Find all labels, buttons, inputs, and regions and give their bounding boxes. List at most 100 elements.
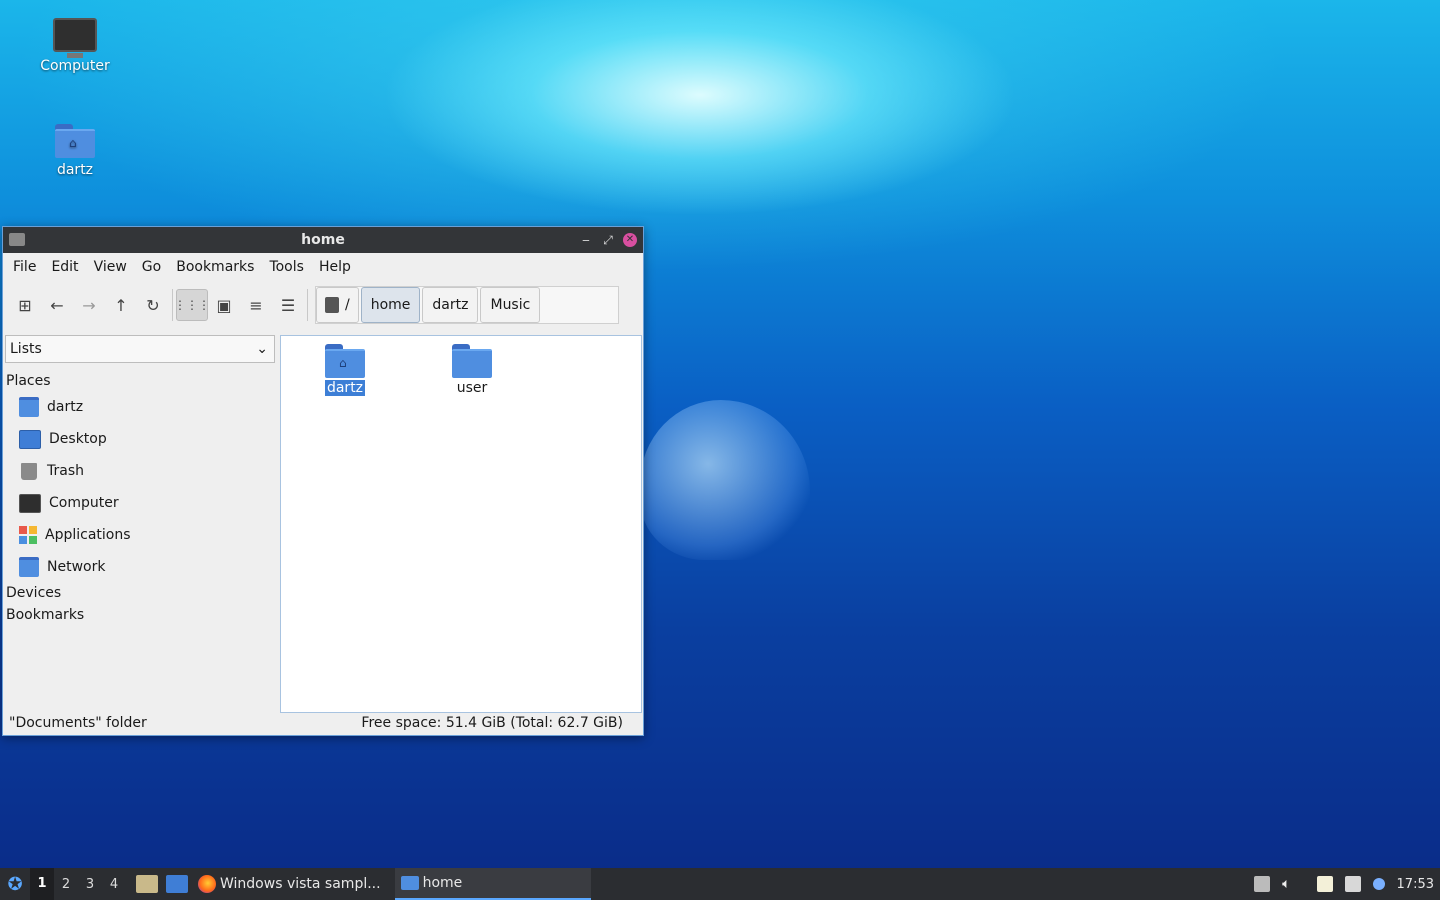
- lxqt-logo-icon: ✪: [7, 873, 23, 895]
- desktop-icon: [19, 429, 41, 449]
- status-free-space: Free space: 51.4 GiB (Total: 62.7 GiB): [361, 715, 623, 731]
- back-arrow-icon: ←: [50, 295, 64, 315]
- compact-view-button[interactable]: ≡: [240, 289, 272, 321]
- sidebar-item-applications[interactable]: Applications: [3, 519, 277, 551]
- side-pane-mode-value: Lists: [10, 341, 42, 357]
- side-pane-mode-select[interactable]: Lists ⌄: [5, 335, 275, 363]
- computer-icon: [53, 18, 97, 58]
- forward-arrow-icon: →: [82, 295, 96, 315]
- network-icon: [19, 557, 39, 577]
- chevron-down-icon: ⌄: [256, 341, 268, 357]
- path-crumb-dartz[interactable]: dartz: [422, 287, 479, 323]
- compact-view-icon: ≡: [249, 295, 263, 315]
- drive-icon: [325, 297, 339, 313]
- trash-icon: [21, 462, 37, 480]
- desktop-icon-label: dartz: [56, 162, 94, 178]
- detailed-list-view-button[interactable]: ☰: [272, 289, 304, 321]
- up-arrow-icon: ↑: [114, 295, 128, 315]
- path-bar: / home dartz Music: [315, 286, 619, 324]
- icon-view-icon: ⋮⋮⋮: [174, 298, 210, 312]
- task-label: home: [422, 875, 463, 891]
- wallpaper-jellyfish: [640, 400, 810, 560]
- applications-icon: [19, 526, 37, 544]
- menu-edit[interactable]: Edit: [45, 259, 87, 275]
- new-tab-icon: ⊞: [18, 295, 32, 315]
- sidebar-item-label: Applications: [45, 527, 131, 543]
- forward-button[interactable]: →: [73, 289, 105, 321]
- workspace-4[interactable]: 4: [102, 877, 126, 892]
- firefox-icon: [198, 875, 216, 893]
- path-crumb-root[interactable]: /: [316, 287, 359, 323]
- path-crumb-label: /: [345, 297, 350, 313]
- workspace-2[interactable]: 2: [54, 877, 78, 892]
- bookmarks-header[interactable]: Bookmarks: [3, 603, 277, 625]
- home-folder-icon: [19, 397, 39, 417]
- notification-icon[interactable]: [1372, 878, 1385, 890]
- file-manager-launcher-icon[interactable]: [136, 875, 158, 893]
- menu-view[interactable]: View: [88, 259, 136, 275]
- sidebar-item-network[interactable]: Network: [3, 551, 277, 583]
- menu-help[interactable]: Help: [313, 259, 360, 275]
- home-folder-icon: ⌂: [55, 124, 95, 158]
- menu-bookmarks[interactable]: Bookmarks: [170, 259, 263, 275]
- places-header[interactable]: Places: [3, 369, 277, 391]
- sidebar-item-label: Trash: [47, 463, 84, 479]
- sidebar-item-label: dartz: [47, 399, 84, 415]
- window-title: home: [301, 232, 345, 248]
- desktop-icon-computer[interactable]: Computer: [20, 18, 130, 74]
- new-tab-button[interactable]: ⊞: [9, 289, 41, 321]
- reload-icon: ↻: [146, 295, 160, 315]
- sidebar-item-label: Desktop: [49, 431, 107, 447]
- window-titlebar[interactable]: home ‒ ⤢ ✕: [3, 227, 643, 253]
- path-crumb-music[interactable]: Music: [480, 287, 541, 323]
- start-menu-button[interactable]: ✪: [0, 868, 30, 900]
- taskbar: ✪ 1 2 3 4 Windows vista sampl... home 🔈︎…: [0, 868, 1440, 900]
- status-bar: "Documents" folder Free space: 51.4 GiB …: [3, 711, 643, 735]
- sidebar-item-computer[interactable]: Computer: [3, 487, 277, 519]
- menu-bar: File Edit View Go Bookmarks Tools Help: [3, 253, 643, 281]
- back-button[interactable]: ←: [41, 289, 73, 321]
- desktop-icon-label: Computer: [40, 58, 110, 74]
- thumbnail-view-icon: ▣: [216, 295, 232, 315]
- volume-icon[interactable]: 🔈︎: [1282, 876, 1290, 892]
- folder-icon: [400, 876, 419, 890]
- workspace-1[interactable]: 1: [30, 868, 54, 900]
- file-manager-window: home ‒ ⤢ ✕ File Edit View Go Bookmarks T…: [2, 226, 644, 736]
- clipboard-icon[interactable]: [1316, 876, 1333, 892]
- toolbar-separator: [307, 289, 308, 321]
- icon-view-button[interactable]: ⋮⋮⋮: [174, 289, 210, 321]
- menu-go[interactable]: Go: [136, 259, 170, 275]
- detailed-list-view-icon: ☰: [280, 295, 296, 315]
- task-home[interactable]: home: [394, 868, 591, 900]
- desktop-icon-dartz[interactable]: ⌂ dartz: [20, 124, 130, 178]
- path-crumb-home[interactable]: home: [360, 287, 421, 323]
- file-item-label: dartz: [324, 380, 366, 396]
- home-folder-icon: ⌂: [325, 344, 365, 378]
- sidebar-item-dartz[interactable]: dartz: [3, 391, 277, 423]
- show-desktop-icon[interactable]: [166, 875, 188, 893]
- reload-button[interactable]: ↻: [137, 289, 169, 321]
- menu-file[interactable]: File: [7, 259, 45, 275]
- side-pane: Lists ⌄ Places dartz Desktop Trash Compu…: [3, 333, 277, 708]
- sidebar-item-desktop[interactable]: Desktop: [3, 423, 277, 455]
- network-monitor-icon[interactable]: [1344, 876, 1361, 892]
- folder-icon: [452, 344, 492, 378]
- minimize-button[interactable]: ‒: [579, 227, 593, 253]
- system-tray: 🔈︎ 17:53: [1254, 876, 1440, 892]
- clock[interactable]: 17:53: [1397, 877, 1434, 892]
- file-view[interactable]: ⌂ dartz user: [280, 335, 642, 713]
- file-item-label: user: [456, 380, 488, 396]
- sidebar-item-label: Network: [47, 559, 106, 575]
- maximize-button[interactable]: ⤢: [601, 227, 615, 253]
- file-item-dartz[interactable]: ⌂ dartz: [305, 344, 385, 396]
- sidebar-item-trash[interactable]: Trash: [3, 455, 277, 487]
- up-button[interactable]: ↑: [105, 289, 137, 321]
- file-item-user[interactable]: user: [432, 344, 512, 396]
- menu-tools[interactable]: Tools: [263, 259, 313, 275]
- workspace-3[interactable]: 3: [78, 877, 102, 892]
- devices-header[interactable]: Devices: [3, 583, 277, 603]
- task-firefox[interactable]: Windows vista sampl...: [192, 868, 387, 900]
- thumbnail-view-button[interactable]: ▣: [208, 289, 240, 321]
- eject-icon[interactable]: [1254, 876, 1271, 892]
- close-button[interactable]: ✕: [623, 233, 637, 247]
